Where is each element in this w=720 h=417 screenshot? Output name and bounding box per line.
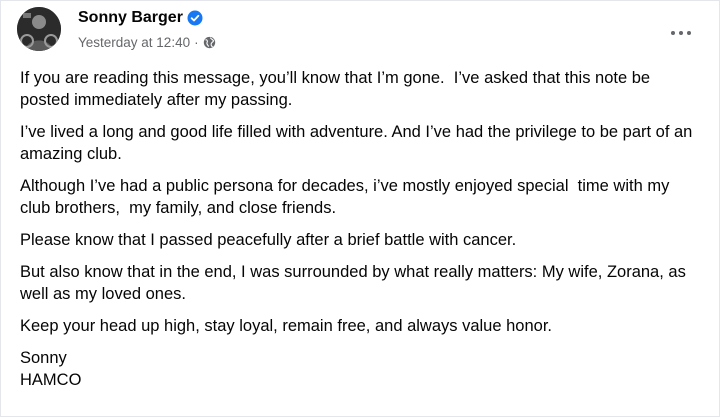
signature-name: Sonny [20,349,67,367]
post-paragraph: If you are reading this message, you’ll … [20,69,655,109]
more-options-icon [671,31,675,35]
post-paragraph: Please know that I passed peacefully aft… [20,231,517,249]
post-timestamp[interactable]: Yesterday at 12:40 [78,35,190,50]
globe-icon[interactable] [203,36,216,49]
more-dot [679,31,683,35]
avatar-image [17,7,61,51]
post-header: Sonny Barger Yesterday at 12:40 · [17,5,703,57]
facebook-post: Sonny Barger Yesterday at 12:40 · If you… [0,0,720,417]
verified-badge-icon [187,10,203,26]
post-paragraph: Keep your head up high, stay loyal, rema… [20,317,552,335]
post-meta: Yesterday at 12:40 · [78,35,216,50]
signature-org: HAMCO [20,371,82,389]
post-paragraph: Although I’ve had a public persona for d… [20,177,674,217]
meta-separator: · [194,35,199,50]
post-body: If you are reading this message, you’ll … [20,67,703,391]
author-line: Sonny Barger [78,9,203,27]
avatar[interactable] [17,7,61,51]
more-options-button[interactable] [663,15,699,51]
more-dot [687,31,691,35]
post-paragraph: I’ve lived a long and good life filled w… [20,123,697,163]
author-name[interactable]: Sonny Barger [78,9,183,27]
post-paragraph: But also know that in the end, I was sur… [20,263,691,303]
